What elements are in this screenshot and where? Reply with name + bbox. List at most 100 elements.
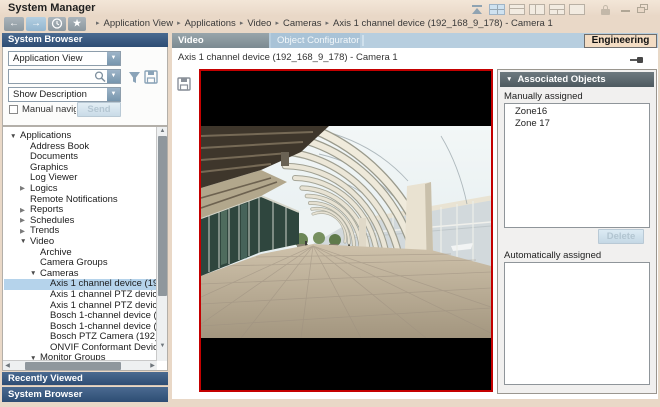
tree-item[interactable]: Remote Notifications <box>4 195 156 206</box>
back-button[interactable]: ← <box>4 17 24 31</box>
scroll-left-icon[interactable]: ◀ <box>3 361 12 371</box>
tree-item-label: Address Book <box>30 141 89 152</box>
pin-icon[interactable] <box>630 57 644 63</box>
chevron-down-icon[interactable]: ▼ <box>107 88 120 101</box>
tree-item-label: Remote Notifications <box>30 194 118 205</box>
tree-rows: ▼ApplicationsAddress BookDocumentsGraphi… <box>4 131 156 364</box>
search-icon[interactable] <box>93 70 107 83</box>
manual-navigation-label: Manual navigatio <box>22 104 76 115</box>
tab-object-configurator[interactable]: Object Configurator <box>271 33 360 48</box>
breadcrumb-separator-icon: ▸ <box>173 20 185 27</box>
restore-button[interactable] <box>637 4 648 13</box>
manually-assigned-list[interactable]: Zone16Zone 17 <box>504 103 650 228</box>
system-manager-window: System Manager ← → ★ ▸Application View▸A… <box>0 0 660 407</box>
lock-icon <box>601 5 610 15</box>
delete-button[interactable]: Delete <box>598 229 644 244</box>
save-filter-icon[interactable] <box>144 70 158 84</box>
scrollbar-thumb[interactable] <box>25 362 121 370</box>
associated-objects-header[interactable]: ▼Associated Objects <box>500 72 654 87</box>
minimize-button[interactable] <box>621 10 630 12</box>
display-mode-value: Show Description <box>9 89 107 100</box>
chevron-down-icon[interactable]: ▼ <box>107 52 120 65</box>
tree-item[interactable]: ▶Trends <box>4 226 156 237</box>
window-title: System Manager <box>8 2 95 14</box>
forward-button[interactable]: → <box>26 17 46 31</box>
breadcrumb-item[interactable]: Video <box>247 18 271 29</box>
system-browser-bar[interactable]: System Browser <box>2 387 168 402</box>
associated-objects-panel: ▼Associated Objects Manually assigned Zo… <box>497 69 657 394</box>
favorites-button[interactable]: ★ <box>68 17 86 31</box>
layout-columns-icon[interactable] <box>529 4 545 15</box>
arrow-left-icon: ← <box>9 18 19 29</box>
system-browser-tree: ▼ApplicationsAddress BookDocumentsGraphi… <box>2 126 168 371</box>
scroll-right-icon[interactable]: ▶ <box>148 361 157 371</box>
scroll-up-icon[interactable]: ▲ <box>157 127 168 136</box>
zone-list-item[interactable]: Zone 17 <box>505 116 649 128</box>
tree-item-label: Schedules <box>30 215 74 226</box>
scrollbar-thumb[interactable] <box>158 136 167 296</box>
breadcrumb-item[interactable]: Axis 1 channel device (192_168_9_178) - … <box>333 18 553 29</box>
tree-item-label: Camera Groups <box>40 257 108 268</box>
layout-single-icon[interactable] <box>569 4 585 15</box>
breadcrumb-item[interactable]: Application View <box>104 18 174 29</box>
tree-item-label: Cameras <box>40 268 79 279</box>
layout-grid-2x2-icon[interactable] <box>489 4 505 15</box>
tree-item-label: Axis 1 channel PTZ device (192_1 <box>50 300 168 311</box>
tree-expanded-icon[interactable]: ▼ <box>10 132 20 143</box>
browser-controls-panel: Application View ▼ ▼ Show Description ▼ … <box>2 47 168 126</box>
tree-horizontal-scrollbar[interactable]: ◀ ▶ <box>3 360 157 370</box>
send-button[interactable]: Send <box>77 102 121 117</box>
tree-collapsed-icon[interactable]: ▶ <box>20 206 30 217</box>
breadcrumb-item[interactable]: Cameras <box>283 18 322 29</box>
tree-item[interactable]: Documents <box>4 152 156 163</box>
tab-video[interactable]: Video <box>172 33 269 48</box>
layout-mixed-icon[interactable] <box>549 4 565 15</box>
zone-list-item[interactable]: Zone16 <box>505 104 649 116</box>
camera-video-frame[interactable] <box>199 69 493 392</box>
breadcrumb-separator-icon: ▸ <box>322 20 334 27</box>
tree-collapsed-icon[interactable]: ▶ <box>20 216 30 227</box>
camera-title: Axis 1 channel device (192_168_9_178) - … <box>178 52 398 63</box>
tab-divider <box>362 35 364 46</box>
tree-item-label: Axis 1 channel device (192_168_ <box>50 278 168 289</box>
system-browser-header: System Browser <box>2 33 168 47</box>
tree-vertical-scrollbar[interactable]: ▲ ▼ <box>156 127 167 361</box>
chevron-down-icon: ▼ <box>500 76 517 83</box>
filter-icon[interactable] <box>128 71 141 84</box>
search-combo[interactable]: ▼ <box>8 69 121 84</box>
breadcrumb-item[interactable]: Applications <box>185 18 236 29</box>
save-snapshot-button[interactable] <box>177 77 191 91</box>
automatically-assigned-list[interactable] <box>504 262 650 385</box>
recently-viewed-bar[interactable]: Recently Viewed <box>2 372 168 386</box>
clock-icon <box>48 17 66 30</box>
chevron-down-icon[interactable]: ▼ <box>107 70 120 83</box>
tree-item[interactable]: Address Book <box>4 142 156 153</box>
tree-item-label: Bosch 1-channel device (192_16 <box>50 310 168 321</box>
tree-expanded-icon[interactable]: ▼ <box>30 269 40 280</box>
tree-collapsed-icon[interactable]: ▶ <box>20 227 30 238</box>
tree-item-label: Video <box>30 236 54 247</box>
breadcrumb-separator-icon: ▸ <box>92 20 104 27</box>
tree-item-label: Documents <box>30 151 78 162</box>
tree-item[interactable]: Camera Groups <box>4 258 156 269</box>
tree-item[interactable]: Graphics <box>4 163 156 174</box>
layout-rows-icon[interactable] <box>509 4 525 15</box>
view-selector-dropdown[interactable]: Application View ▼ <box>8 51 121 66</box>
history-button[interactable] <box>48 17 66 31</box>
star-icon: ★ <box>73 18 81 28</box>
tree-collapsed-icon[interactable]: ▶ <box>20 184 30 195</box>
collapse-panel-icon[interactable] <box>471 5 483 14</box>
engineering-button[interactable]: Engineering <box>584 34 657 48</box>
manually-assigned-label: Manually assigned <box>504 91 583 102</box>
scroll-down-icon[interactable]: ▼ <box>157 342 168 351</box>
manual-navigation-checkbox[interactable] <box>9 105 18 114</box>
tree-item[interactable]: ▼Video <box>4 237 156 248</box>
display-mode-dropdown[interactable]: Show Description ▼ <box>8 87 121 102</box>
tree-expanded-icon[interactable]: ▼ <box>20 237 30 248</box>
tree-item[interactable]: ▶Schedules <box>4 216 156 227</box>
tree-item-label: Bosch PTZ Camera (192_168_9_1 <box>50 331 168 342</box>
automatically-assigned-label: Automatically assigned <box>504 250 601 261</box>
tree-item[interactable]: Log Viewer <box>4 173 156 184</box>
tree-item-label: Bosch 1-channel device (192_16 <box>50 321 168 332</box>
tree-item[interactable]: ▶Reports <box>4 205 156 216</box>
